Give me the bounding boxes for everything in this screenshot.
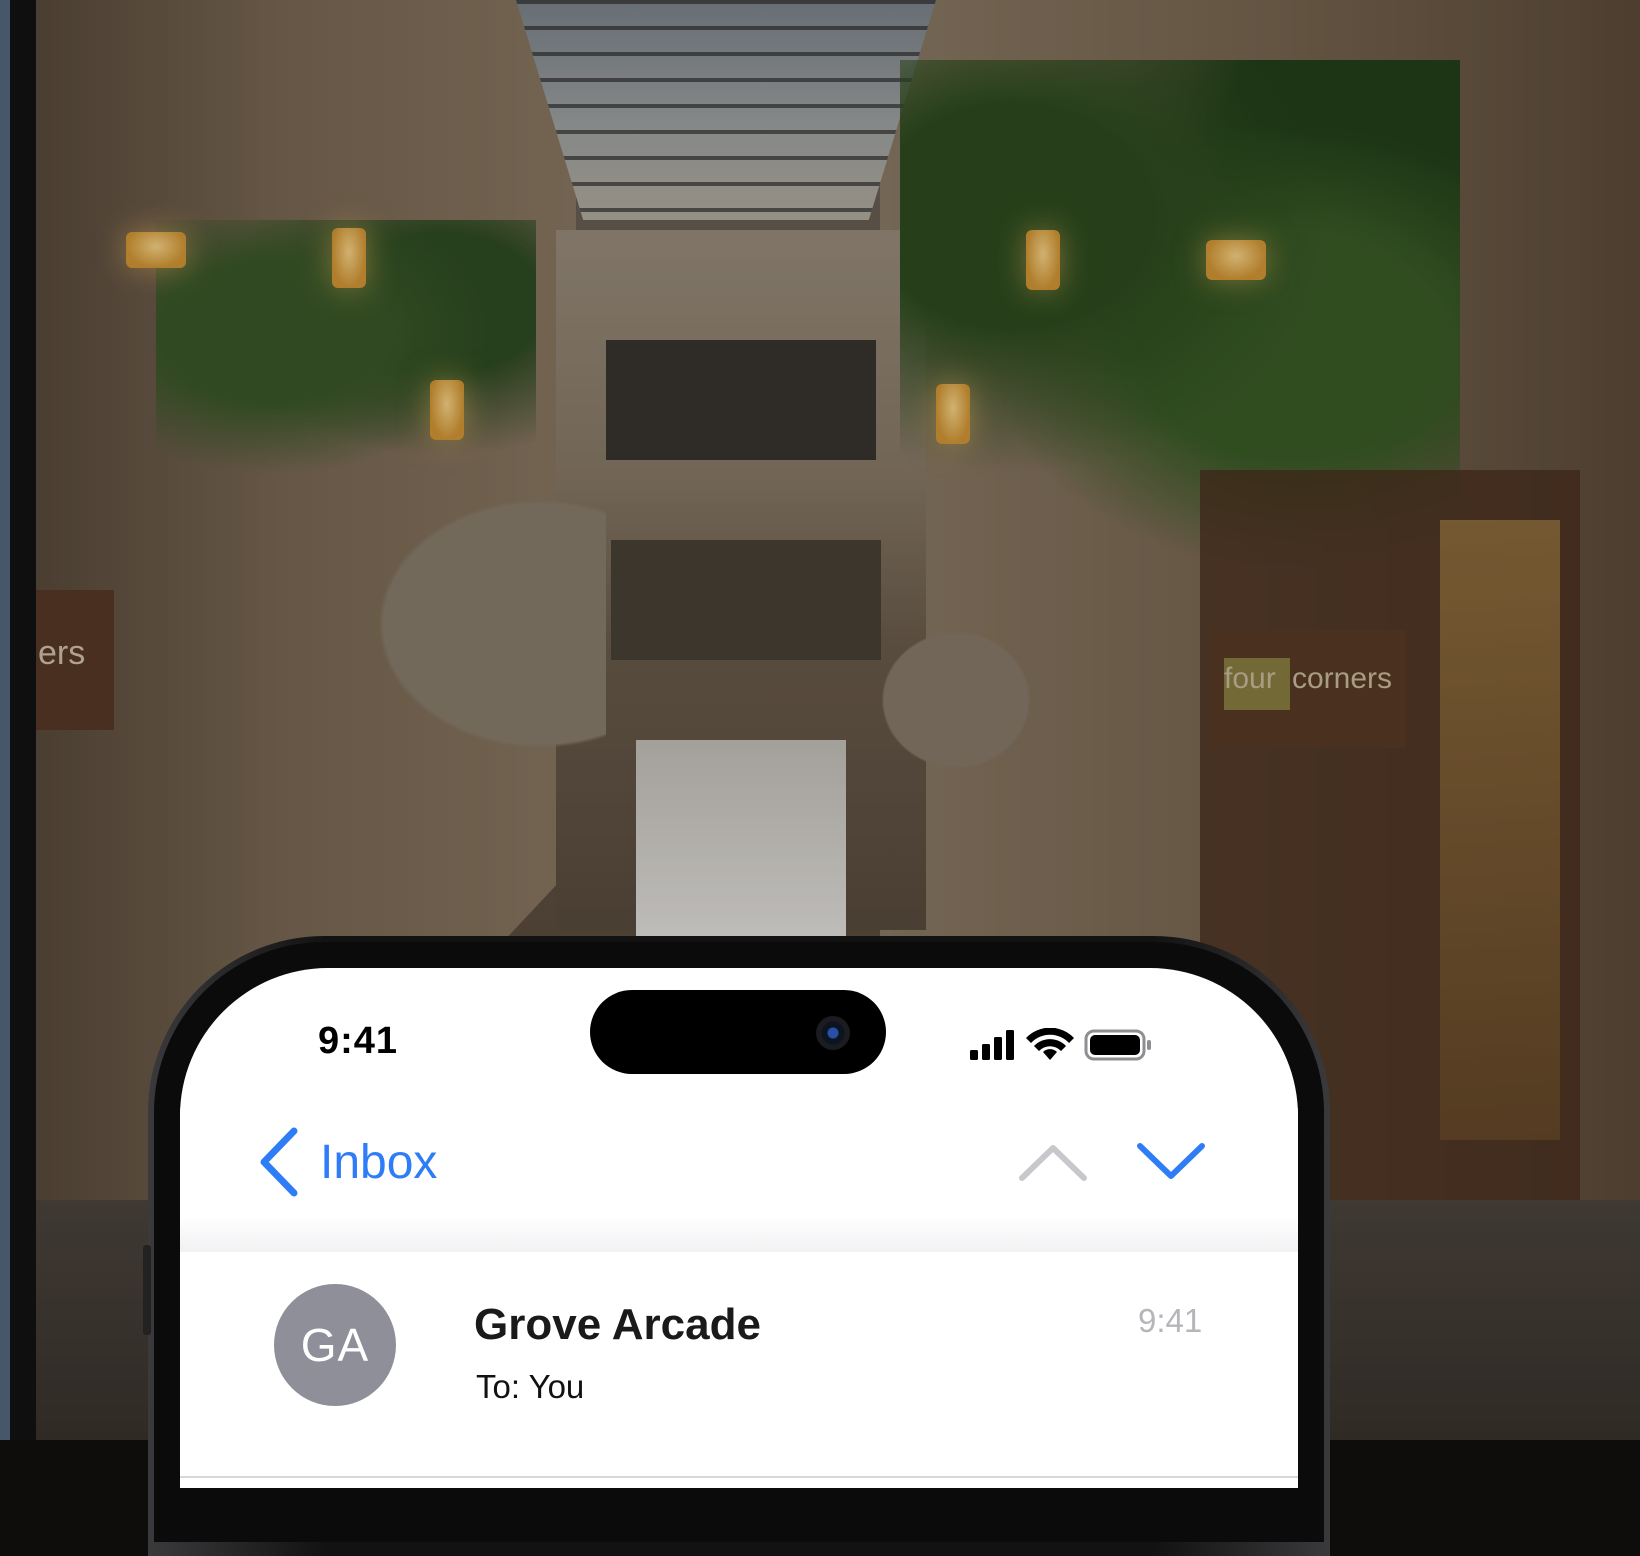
status-bar-time: 9:41 bbox=[318, 1020, 399, 1062]
battery-icon bbox=[1084, 1029, 1151, 1061]
status-bar-icons bbox=[970, 1027, 1170, 1062]
chevron-down-icon bbox=[1137, 1143, 1205, 1179]
next-message-button[interactable] bbox=[1136, 1140, 1206, 1184]
left-edge-shadow bbox=[10, 0, 36, 1440]
sender-name[interactable]: Grove Arcade bbox=[474, 1300, 761, 1350]
message-time: 9:41 bbox=[1138, 1302, 1203, 1339]
nav-bar-shadow bbox=[180, 1216, 1298, 1252]
header-divider bbox=[180, 1476, 1298, 1478]
front-camera-icon bbox=[816, 1016, 850, 1050]
sender-avatar[interactable]: GA bbox=[274, 1284, 396, 1406]
chevron-left-icon bbox=[260, 1127, 298, 1197]
recipient-line[interactable]: To: You bbox=[476, 1368, 584, 1406]
previous-message-button[interactable] bbox=[1018, 1140, 1088, 1184]
phone-side-button bbox=[143, 1245, 151, 1335]
left-edge-strip bbox=[0, 0, 10, 1440]
chevron-up-icon bbox=[1019, 1145, 1087, 1181]
back-button-label: Inbox bbox=[320, 1135, 438, 1189]
phone-screen: 9:41 Inbox GA Grove Arcade To: You 9:41 bbox=[180, 968, 1298, 1488]
wifi-icon bbox=[1026, 1027, 1074, 1060]
back-to-inbox-button[interactable]: Inbox bbox=[256, 1124, 437, 1200]
dynamic-island bbox=[590, 990, 886, 1074]
cellular-signal-icon bbox=[970, 1030, 1014, 1060]
